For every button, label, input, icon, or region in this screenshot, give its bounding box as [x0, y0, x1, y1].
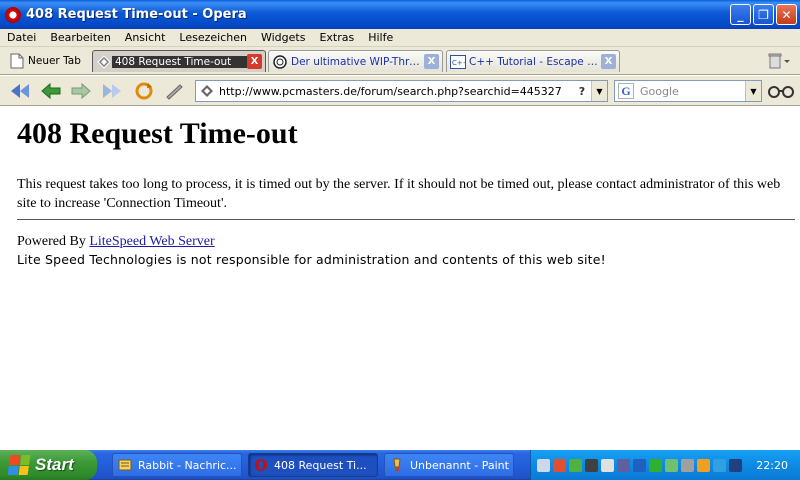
- paint-icon: [389, 457, 405, 473]
- page-content: 408 Request Time-out This request takes …: [0, 107, 800, 450]
- forward-arrow-icon: [71, 82, 91, 100]
- menu-bearbeiten[interactable]: Bearbeiten: [43, 31, 117, 44]
- windows-flag-icon: [7, 455, 31, 475]
- messenger-icon[interactable]: [569, 458, 582, 472]
- clover-icon[interactable]: [649, 458, 662, 472]
- google-icon[interactable]: G: [618, 83, 634, 99]
- screen-icon[interactable]: [729, 458, 742, 472]
- minimize-button[interactable]: _: [730, 4, 751, 25]
- address-dropdown-button[interactable]: ▼: [591, 81, 607, 101]
- navigation-toolbar: http://www.pcmasters.de/forum/search.php…: [0, 76, 800, 106]
- network-icon[interactable]: [537, 458, 550, 472]
- forward-button[interactable]: [70, 81, 92, 101]
- tab-label: C++ Tutorial - Escape S...: [469, 55, 601, 68]
- start-button[interactable]: Start: [0, 450, 97, 480]
- opera-logo-icon: [5, 6, 21, 23]
- mail-window-icon: [117, 457, 133, 473]
- svg-text:C++: C++: [452, 59, 466, 67]
- zoom-glasses-icon[interactable]: [768, 84, 794, 101]
- start-label: Start: [35, 455, 74, 474]
- taskbar-item-rabbit[interactable]: Rabbit - Nachric...: [112, 453, 242, 477]
- close-window-button[interactable]: ✕: [776, 4, 797, 25]
- search-placeholder[interactable]: Google: [640, 85, 745, 98]
- sync-icon[interactable]: [697, 458, 710, 472]
- menu-extras[interactable]: Extras: [312, 31, 361, 44]
- restore-button[interactable]: ❐: [753, 4, 774, 25]
- cpp-favicon-icon: C++: [450, 54, 466, 70]
- tab-label: 408 Request Time-out: [112, 55, 247, 68]
- forum-favicon-icon: [272, 54, 288, 70]
- tab-bar: Neuer Tab 408 Request Time-out X Der ult…: [0, 47, 800, 75]
- fast-forward-icon: [103, 84, 121, 98]
- clock: 22:20: [756, 458, 788, 472]
- menu-widgets[interactable]: Widgets: [254, 31, 312, 44]
- page-info-button[interactable]: ?: [573, 85, 591, 98]
- tab-close-button[interactable]: X: [424, 54, 439, 69]
- signal-icon[interactable]: [601, 458, 614, 472]
- update-icon[interactable]: [665, 458, 678, 472]
- new-tab-button[interactable]: Neuer Tab: [6, 50, 90, 72]
- reload-icon: [135, 82, 153, 100]
- powered-by: Powered By LiteSpeed Web Server: [17, 234, 215, 250]
- window-controls: _ ❐ ✕: [730, 4, 797, 25]
- menu-datei[interactable]: Datei: [0, 31, 43, 44]
- antivirus-icon[interactable]: [617, 458, 630, 472]
- tab-wip-thread[interactable]: Der ultimative WIP-Thre... X: [268, 50, 443, 72]
- opera-logo-icon: [253, 457, 269, 473]
- litespeed-link[interactable]: LiteSpeed Web Server: [89, 234, 214, 249]
- tab-408-request[interactable]: 408 Request Time-out X: [92, 50, 266, 72]
- divider: [17, 219, 795, 220]
- new-tab-label: Neuer Tab: [28, 55, 81, 67]
- display-icon[interactable]: [681, 458, 694, 472]
- taskbar-item-label: Rabbit - Nachric...: [138, 458, 237, 472]
- url-text[interactable]: http://www.pcmasters.de/forum/search.php…: [219, 85, 573, 98]
- taskbar: Start Rabbit - Nachric... 408 Request Ti…: [0, 450, 800, 480]
- volume-icon[interactable]: [553, 458, 566, 472]
- tab-label: Der ultimative WIP-Thre...: [291, 55, 424, 68]
- trash-icon[interactable]: [768, 53, 790, 72]
- tab-close-button[interactable]: X: [247, 54, 262, 69]
- page-heading: 408 Request Time-out: [17, 117, 298, 150]
- site-favicon-icon: [199, 83, 215, 99]
- system-tray: 22:20: [530, 450, 800, 480]
- window-title: 408 Request Time-out - Opera: [26, 7, 247, 22]
- search-field[interactable]: G Google ▼: [614, 80, 762, 102]
- powered-by-prefix: Powered By: [17, 234, 90, 249]
- rewind-button[interactable]: [9, 81, 31, 101]
- disclaimer-text: Lite Speed Technologies is not responsib…: [17, 252, 606, 267]
- error-message: This request takes too long to process, …: [17, 177, 781, 211]
- taskbar-item-paint[interactable]: Unbenannt - Paint: [384, 453, 514, 477]
- tab-cpp-tutorial[interactable]: C++ C++ Tutorial - Escape S... X: [446, 50, 620, 72]
- menu-hilfe[interactable]: Hilfe: [361, 31, 400, 44]
- new-page-icon: [9, 53, 25, 69]
- globe-icon[interactable]: [713, 458, 726, 472]
- menu-lesezeichen[interactable]: Lesezeichen: [172, 31, 254, 44]
- taskbar-item-opera[interactable]: 408 Request Ti...: [248, 453, 378, 477]
- pen-icon: [166, 84, 183, 100]
- litespeed-favicon-icon: [96, 54, 112, 70]
- shield-icon[interactable]: [633, 458, 646, 472]
- search-dropdown-button[interactable]: ▼: [745, 81, 761, 101]
- back-button[interactable]: [40, 81, 62, 101]
- menu-bar: Datei Bearbeiten Ansicht Lesezeichen Wid…: [0, 29, 800, 47]
- taskbar-item-label: 408 Request Ti...: [274, 458, 367, 472]
- back-arrow-icon: [41, 82, 61, 100]
- fast-forward-button[interactable]: [101, 81, 123, 101]
- edit-button[interactable]: [164, 81, 186, 101]
- address-bar[interactable]: http://www.pcmasters.de/forum/search.php…: [195, 80, 608, 102]
- reload-button[interactable]: [133, 81, 155, 101]
- tab-close-button[interactable]: X: [601, 54, 616, 69]
- window-titlebar[interactable]: 408 Request Time-out - Opera _ ❐ ✕: [0, 0, 800, 29]
- taskbar-item-label: Unbenannt - Paint: [410, 458, 509, 472]
- monitor-icon[interactable]: [585, 458, 598, 472]
- menu-ansicht[interactable]: Ansicht: [118, 31, 173, 44]
- rewind-icon: [11, 84, 29, 98]
